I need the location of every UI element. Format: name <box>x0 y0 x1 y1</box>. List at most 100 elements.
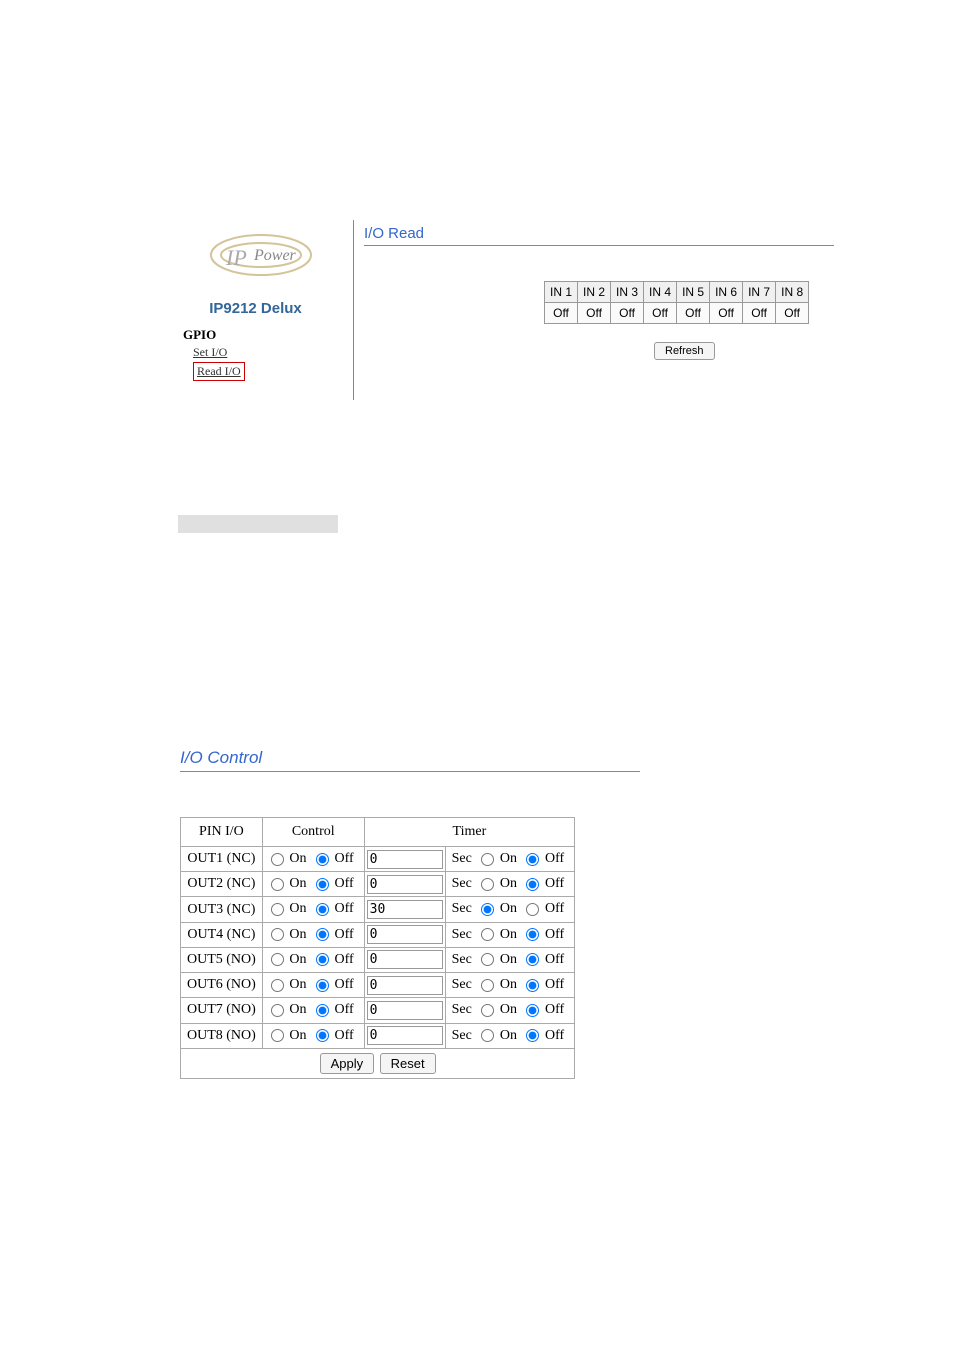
control-cell: On Off <box>262 872 364 897</box>
timer-on-radio[interactable] <box>481 979 494 992</box>
timer-value-cell <box>364 872 445 897</box>
control-off-radio[interactable] <box>316 878 329 891</box>
timer-value-cell <box>364 973 445 998</box>
pin-label: OUT8 (NO) <box>181 1023 263 1048</box>
io-read-header-row: IN 1 IN 2 IN 3 IN 4 IN 5 IN 6 IN 7 IN 8 <box>545 282 809 303</box>
timer-input[interactable] <box>367 950 443 969</box>
timer-on-radio[interactable] <box>481 1029 494 1042</box>
refresh-button[interactable]: Refresh <box>654 342 715 360</box>
sec-label: Sec <box>452 977 472 992</box>
control-cell: On Off <box>262 847 364 872</box>
col-header-control: Control <box>262 818 364 847</box>
off-label: Off <box>545 977 564 992</box>
timer-input[interactable] <box>367 900 443 919</box>
control-off-radio[interactable] <box>316 1029 329 1042</box>
timer-off-radio[interactable] <box>526 979 539 992</box>
timer-on-radio[interactable] <box>481 1004 494 1017</box>
control-on-radio[interactable] <box>271 979 284 992</box>
timer-input[interactable] <box>367 875 443 894</box>
control-on-radio[interactable] <box>271 853 284 866</box>
control-on-radio[interactable] <box>271 953 284 966</box>
sec-label: Sec <box>452 876 472 891</box>
io-read-header: IN 3 <box>611 282 644 303</box>
on-label: On <box>289 901 306 916</box>
timer-input[interactable] <box>367 925 443 944</box>
io-read-value: Off <box>644 303 677 324</box>
off-label: Off <box>545 851 564 866</box>
nav-link-read-io[interactable]: Read I/O <box>193 362 245 381</box>
timer-input[interactable] <box>367 1026 443 1045</box>
timer-on-radio[interactable] <box>481 903 494 916</box>
highlight-box <box>178 515 338 533</box>
control-off-radio[interactable] <box>316 1004 329 1017</box>
control-on-radio[interactable] <box>271 903 284 916</box>
table-row: OUT1 (NC) On OffSec On Off <box>181 847 575 872</box>
on-label: On <box>289 851 306 866</box>
nav-section: GPIO Set I/O Read I/O <box>183 327 333 383</box>
io-read-header: IN 4 <box>644 282 677 303</box>
col-header-pin: PIN I/O <box>181 818 263 847</box>
control-off-radio[interactable] <box>316 853 329 866</box>
control-on-radio[interactable] <box>271 1029 284 1042</box>
timer-radio-cell: Sec On Off <box>445 922 575 947</box>
control-off-radio[interactable] <box>316 903 329 916</box>
timer-input[interactable] <box>367 850 443 869</box>
io-read-value: Off <box>611 303 644 324</box>
control-off-radio[interactable] <box>316 953 329 966</box>
timer-radio-cell: Sec On Off <box>445 1023 575 1048</box>
timer-input[interactable] <box>367 1001 443 1020</box>
sec-label: Sec <box>452 1028 472 1043</box>
timer-off-radio[interactable] <box>526 903 539 916</box>
control-cell: On Off <box>262 998 364 1023</box>
io-read-table: IN 1 IN 2 IN 3 IN 4 IN 5 IN 6 IN 7 IN 8 … <box>544 281 809 324</box>
timer-off-radio[interactable] <box>526 953 539 966</box>
on-label: On <box>500 876 517 891</box>
off-label: Off <box>334 977 353 992</box>
io-read-value: Off <box>710 303 743 324</box>
io-control-table: PIN I/O Control Timer OUT1 (NC) On OffSe… <box>180 817 575 1079</box>
off-label: Off <box>545 876 564 891</box>
timer-on-radio[interactable] <box>481 953 494 966</box>
sec-label: Sec <box>452 851 472 866</box>
control-cell: On Off <box>262 973 364 998</box>
timer-off-radio[interactable] <box>526 1004 539 1017</box>
pin-label: OUT5 (NO) <box>181 947 263 972</box>
on-label: On <box>500 1002 517 1017</box>
table-header-row: PIN I/O Control Timer <box>181 818 575 847</box>
control-underline <box>180 771 640 772</box>
control-off-radio[interactable] <box>316 979 329 992</box>
timer-off-radio[interactable] <box>526 878 539 891</box>
control-cell: On Off <box>262 897 364 922</box>
io-control-title: I/O Control <box>180 748 954 768</box>
on-label: On <box>500 901 517 916</box>
timer-off-radio[interactable] <box>526 1029 539 1042</box>
on-label: On <box>500 927 517 942</box>
io-read-header: IN 7 <box>743 282 776 303</box>
pin-label: OUT2 (NC) <box>181 872 263 897</box>
nav-header-gpio: GPIO <box>183 327 333 343</box>
apply-button[interactable]: Apply <box>320 1053 375 1074</box>
timer-on-radio[interactable] <box>481 878 494 891</box>
io-read-value: Off <box>578 303 611 324</box>
control-off-radio[interactable] <box>316 928 329 941</box>
sec-label: Sec <box>452 901 472 916</box>
control-on-radio[interactable] <box>271 928 284 941</box>
off-label: Off <box>545 901 564 916</box>
timer-radio-cell: Sec On Off <box>445 847 575 872</box>
timer-input[interactable] <box>367 976 443 995</box>
nav-link-set-io[interactable]: Set I/O <box>193 345 333 360</box>
timer-on-radio[interactable] <box>481 853 494 866</box>
timer-off-radio[interactable] <box>526 853 539 866</box>
product-logo: Power IP <box>196 225 316 285</box>
off-label: Off <box>334 901 353 916</box>
timer-off-radio[interactable] <box>526 928 539 941</box>
timer-radio-cell: Sec On Off <box>445 897 575 922</box>
control-on-radio[interactable] <box>271 878 284 891</box>
control-on-radio[interactable] <box>271 1004 284 1017</box>
reset-button[interactable]: Reset <box>380 1053 436 1074</box>
timer-on-radio[interactable] <box>481 928 494 941</box>
on-label: On <box>289 1002 306 1017</box>
off-label: Off <box>334 952 353 967</box>
off-label: Off <box>334 927 353 942</box>
off-label: Off <box>545 1028 564 1043</box>
